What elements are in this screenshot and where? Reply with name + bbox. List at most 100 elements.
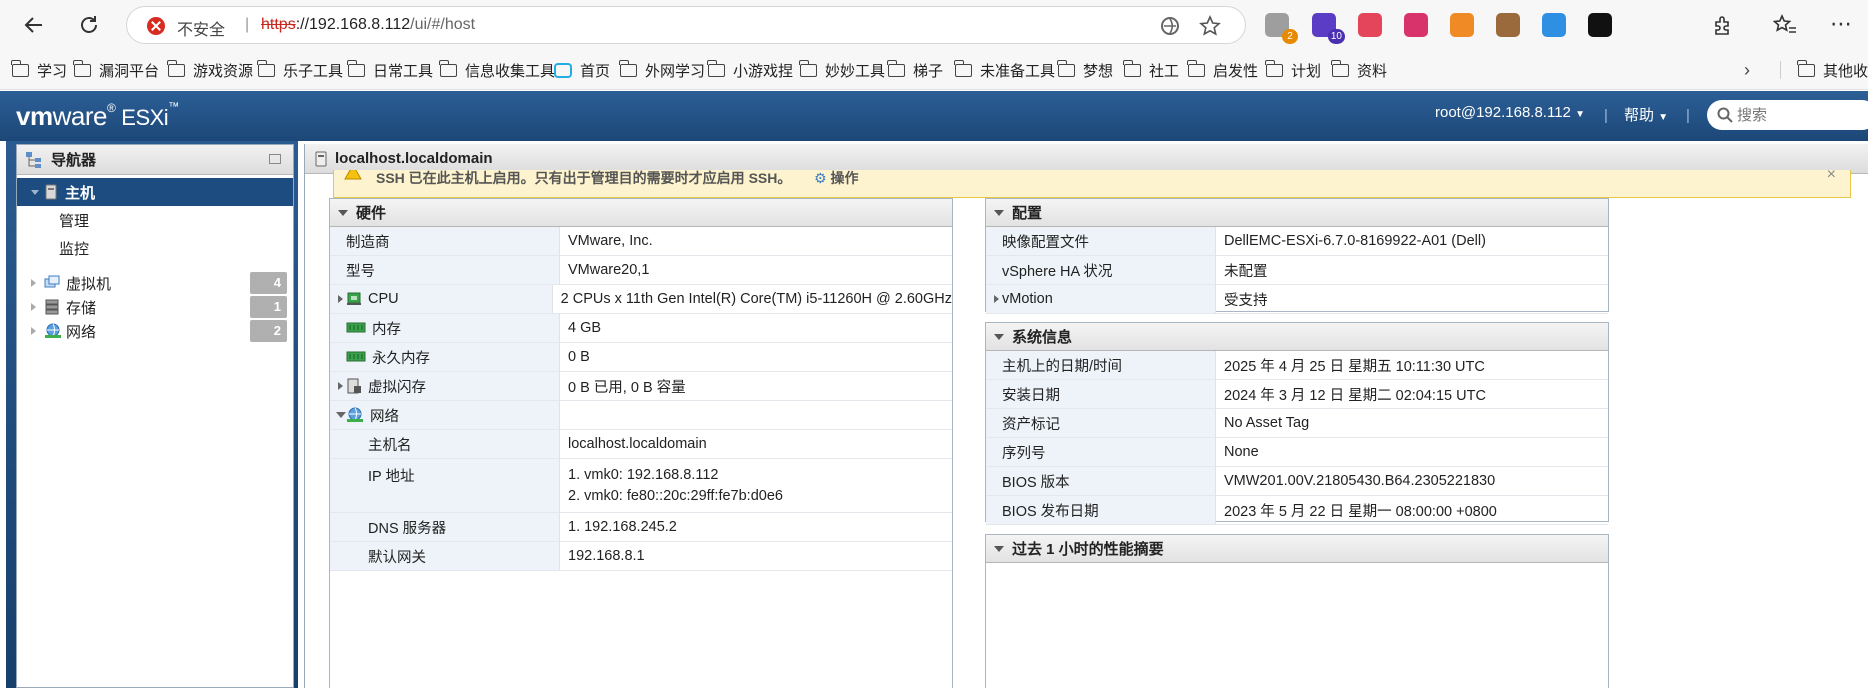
extension-puzzle-gray-icon[interactable]: 2 [1265, 13, 1298, 44]
nav-item-monitor[interactable]: 监控 [17, 234, 293, 262]
virtual-flash-icon [347, 378, 361, 394]
extension-translate-icon[interactable] [1404, 13, 1428, 37]
user-menu[interactable]: root@192.168.8.112 ▼ [1435, 104, 1585, 121]
bookmark-item[interactable]: 未准备工具 [954, 59, 1056, 80]
chevron-down-icon: ▼ [1575, 109, 1585, 120]
bookmark-label: 未准备工具 [980, 62, 1056, 80]
collapse-triangle-icon[interactable] [994, 209, 1004, 216]
back-button[interactable] [17, 8, 51, 42]
help-label: 帮助 [1624, 107, 1655, 124]
collapse-triangle-icon[interactable] [994, 333, 1004, 340]
extension-cookie-icon[interactable] [1496, 13, 1520, 37]
bookmark-item[interactable]: 资料 [1331, 59, 1387, 80]
nav-item-host[interactable]: 主机 [17, 178, 293, 206]
extension-fox-icon[interactable] [1450, 13, 1474, 37]
bookmark-item[interactable]: 社工 [1123, 59, 1179, 80]
bookmarks-bar: 学习 漏洞平台 游戏资源 乐子工具 日常工具 信息收集工具 首页 外网学习 小游戏捏 妙妙工具 梯子… [0, 50, 1868, 90]
bookmark-item[interactable]: 妙妙工具 [799, 59, 885, 80]
expand-triangle-icon[interactable] [338, 382, 343, 390]
bookmark-item[interactable]: 小游戏捏 [707, 59, 794, 80]
row-key: vSphere HA 状况 [1002, 263, 1113, 280]
bookmark-item[interactable]: 日常工具 [347, 59, 433, 80]
row-key: 默认网关 [368, 549, 426, 566]
extensions-puzzle-icon[interactable] [1712, 14, 1734, 36]
star-icon[interactable] [1199, 15, 1221, 37]
hardware-card-header[interactable]: 硬件 [330, 199, 952, 227]
collapse-panel-icon[interactable] [269, 154, 281, 164]
nav-item-label: 虚拟机 [66, 275, 112, 293]
nav-item-network[interactable]: 网络 2 [17, 317, 293, 345]
nav-item-label: 管理 [59, 212, 90, 230]
folder-icon [167, 59, 185, 77]
sysinfo-card: 系统信息 主机上的日期/时间 2025 年 4 月 25 日 星期五 10:11:… [985, 322, 1609, 525]
chevron-down-icon: ▼ [1658, 112, 1669, 123]
bookmark-label: 漏洞平台 [99, 62, 160, 80]
network-icon [45, 323, 61, 338]
logo-product: ESXi [121, 105, 169, 130]
close-icon[interactable]: × [1827, 170, 1836, 184]
hardware-card: 硬件 制造商 VMware, Inc. 型号 VMware20,1 CPU 2 CPUs … [329, 198, 953, 688]
bookmark-item[interactable]: 外网学习 [619, 59, 705, 80]
address-bar[interactable]: 不安全 | https://192.168.8.112/ui/#/host [126, 6, 1246, 44]
nav-item-manage[interactable]: 管理 [17, 206, 293, 234]
table-row: 虚拟闪存 0 B 已用, 0 B 容量 [330, 372, 952, 401]
extension-graduation-icon[interactable]: 10 [1312, 13, 1345, 44]
extension-ghost-icon[interactable] [1588, 13, 1612, 37]
not-secure-label[interactable]: 不安全 [177, 16, 225, 40]
expand-triangle-icon[interactable] [338, 295, 343, 303]
extension-yd-icon[interactable] [1358, 13, 1382, 37]
nav-item-label: 存储 [66, 299, 97, 317]
more-menu-icon[interactable]: ⋯ [1830, 11, 1852, 37]
bookmark-item[interactable]: 计划 [1265, 59, 1322, 80]
perf-card: 过去 1 小时的性能摘要 [985, 534, 1609, 688]
favorites-icon[interactable] [1773, 14, 1797, 36]
bookmark-item[interactable]: 游戏资源 [167, 59, 254, 80]
bookmark-item[interactable]: 漏洞平台 [73, 59, 160, 80]
bookmarks-overflow-chevron-icon[interactable]: › [1744, 60, 1750, 81]
network-icon [347, 407, 363, 422]
bookmark-label: 计划 [1291, 62, 1322, 80]
bookmark-item[interactable]: 梯子 [887, 59, 944, 80]
row-value: 2024 年 3 月 12 日 星期二 02:04:15 UTC [1224, 387, 1486, 404]
address-url[interactable]: https://192.168.8.112/ui/#/host [261, 16, 475, 34]
row-icon [346, 292, 362, 306]
bookmark-item[interactable]: 学习 [11, 59, 67, 80]
bookmark-item[interactable]: 乐子工具 [257, 59, 343, 80]
row-value: 0 B 已用, 0 B 容量 [568, 379, 686, 396]
help-menu[interactable]: 帮助 ▼ [1624, 104, 1668, 125]
translate-page-icon[interactable] [1159, 15, 1181, 37]
folder-icon [11, 59, 29, 77]
reload-button[interactable] [72, 8, 106, 42]
bookmark-item[interactable]: 启发性 [1187, 59, 1258, 80]
warning-action-button[interactable]: ⚙ 操作 [814, 170, 858, 188]
esxi-search[interactable] [1707, 100, 1868, 130]
bookmark-label: 小游戏捏 [733, 62, 794, 80]
expand-triangle-icon[interactable] [31, 279, 36, 287]
storage-icon [45, 299, 59, 315]
card-title: 硬件 [356, 205, 387, 222]
bookmark-item[interactable]: 信息收集工具 [439, 59, 555, 80]
bookmark-item[interactable]: 首页 [554, 60, 610, 80]
folder-icon [347, 59, 365, 77]
collapse-triangle-icon[interactable] [336, 412, 346, 418]
bookmark-item[interactable]: 梦想 [1057, 59, 1113, 80]
row-key: 主机名 [368, 437, 412, 454]
expand-triangle-icon[interactable] [31, 327, 36, 335]
extension-pie-icon[interactable] [1542, 13, 1566, 37]
collapse-triangle-icon[interactable] [338, 209, 348, 216]
bookmark-other-favorites[interactable]: 其他收藏夹 [1797, 59, 1868, 80]
row-value: 2025 年 4 月 25 日 星期五 10:11:30 UTC [1224, 358, 1485, 375]
cpu-icon [347, 292, 361, 305]
expand-triangle-icon[interactable] [994, 295, 999, 303]
row-key: 安装日期 [1002, 387, 1060, 404]
sysinfo-card-header[interactable]: 系统信息 [986, 323, 1608, 351]
table-row: DNS 服务器 1. 192.168.245.2 [330, 513, 952, 542]
bookmark-label: 游戏资源 [193, 62, 254, 80]
perf-card-header[interactable]: 过去 1 小时的性能摘要 [986, 535, 1608, 563]
config-card-header[interactable]: 配置 [986, 199, 1608, 227]
collapse-triangle-icon[interactable] [994, 545, 1004, 552]
search-input[interactable] [1737, 105, 1867, 125]
expand-triangle-icon[interactable] [31, 189, 39, 195]
bookmark-label: 梯子 [913, 62, 944, 80]
expand-triangle-icon[interactable] [31, 303, 36, 311]
